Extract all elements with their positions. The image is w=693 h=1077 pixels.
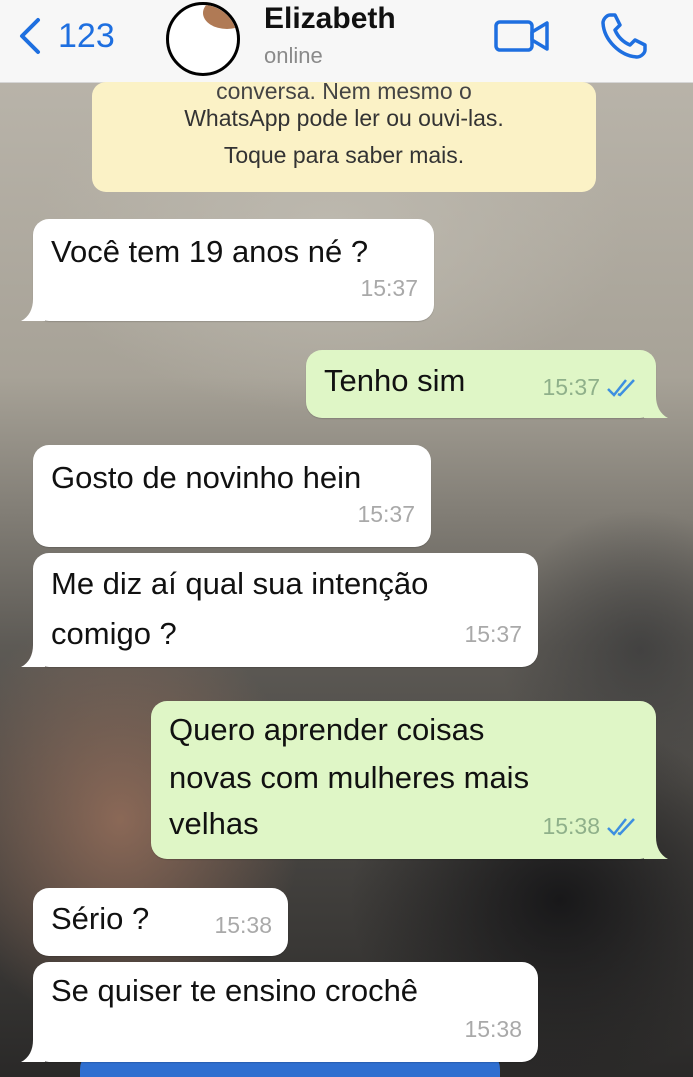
contact-status: online — [264, 43, 323, 68]
bubble-tail — [644, 837, 668, 859]
message-bubble[interactable]: Sério ? 15:38 — [33, 888, 288, 956]
message-bubble[interactable]: Tenho sim 15:37 — [306, 350, 668, 418]
avatar[interactable] — [166, 2, 240, 76]
bubble-tail — [21, 1040, 45, 1062]
read-ticks-icon — [607, 379, 635, 397]
bubble-tail — [21, 645, 45, 667]
message-time: 15:38 — [464, 1016, 522, 1042]
chat-header: 123 Elizabeth online — [0, 0, 693, 83]
message-time: 15:37 — [464, 621, 522, 647]
message-time: 15:38 — [214, 912, 272, 938]
contact-name[interactable]: Elizabeth — [264, 2, 396, 36]
message-bubble[interactable]: Se quiser te ensino crochê 15:38 — [21, 962, 538, 1062]
read-ticks-icon — [607, 818, 635, 836]
unread-count: 123 — [58, 16, 115, 55]
message-time: 15:37 — [542, 374, 600, 400]
message-bubble[interactable]: Quero aprender coisas novas com mulheres… — [151, 701, 668, 859]
chevron-left-icon — [20, 18, 40, 54]
message-bubble[interactable]: Gosto de novinho hein 15:37 — [33, 445, 431, 547]
message-bubble[interactable]: Você tem 19 anos né ? 15:37 — [21, 219, 434, 321]
message-text: Você tem 19 anos né ? — [51, 234, 369, 269]
message-time: 15:38 — [542, 813, 600, 839]
message-bubble[interactable]: Me diz aí qual sua intenção comigo ? 15:… — [21, 553, 538, 667]
message-text: Sério ? — [51, 901, 150, 936]
message-text: Gosto de novinho hein — [51, 460, 362, 495]
notice-line-1: conversa. Nem mesmo o — [216, 82, 472, 100]
message-time: 15:37 — [357, 501, 415, 527]
message-text: Tenho sim — [324, 363, 466, 398]
bubble-tail — [21, 299, 45, 321]
message-time: 15:37 — [360, 275, 418, 301]
message-text-line: comigo ? — [51, 616, 177, 651]
message-text-line: velhas — [169, 806, 259, 841]
back-button[interactable]: 123 — [16, 14, 115, 58]
message-text-line: Me diz aí qual sua intenção — [51, 566, 429, 601]
message-text-line: Quero aprender coisas — [169, 712, 485, 747]
bubble-tail — [644, 396, 668, 418]
notice-line-3: Toque para saber mais. — [223, 142, 465, 168]
message-text: Se quiser te ensino crochê — [51, 973, 419, 1008]
video-camera-icon[interactable] — [493, 14, 551, 58]
message-text-line: novas com mulheres mais — [169, 760, 530, 795]
notice-line-2: WhatsApp pode ler ou ouvi-las. — [184, 105, 504, 131]
phone-icon[interactable] — [598, 10, 650, 62]
encryption-notice[interactable]: conversa. Nem mesmo o WhatsApp pode ler … — [92, 82, 596, 192]
